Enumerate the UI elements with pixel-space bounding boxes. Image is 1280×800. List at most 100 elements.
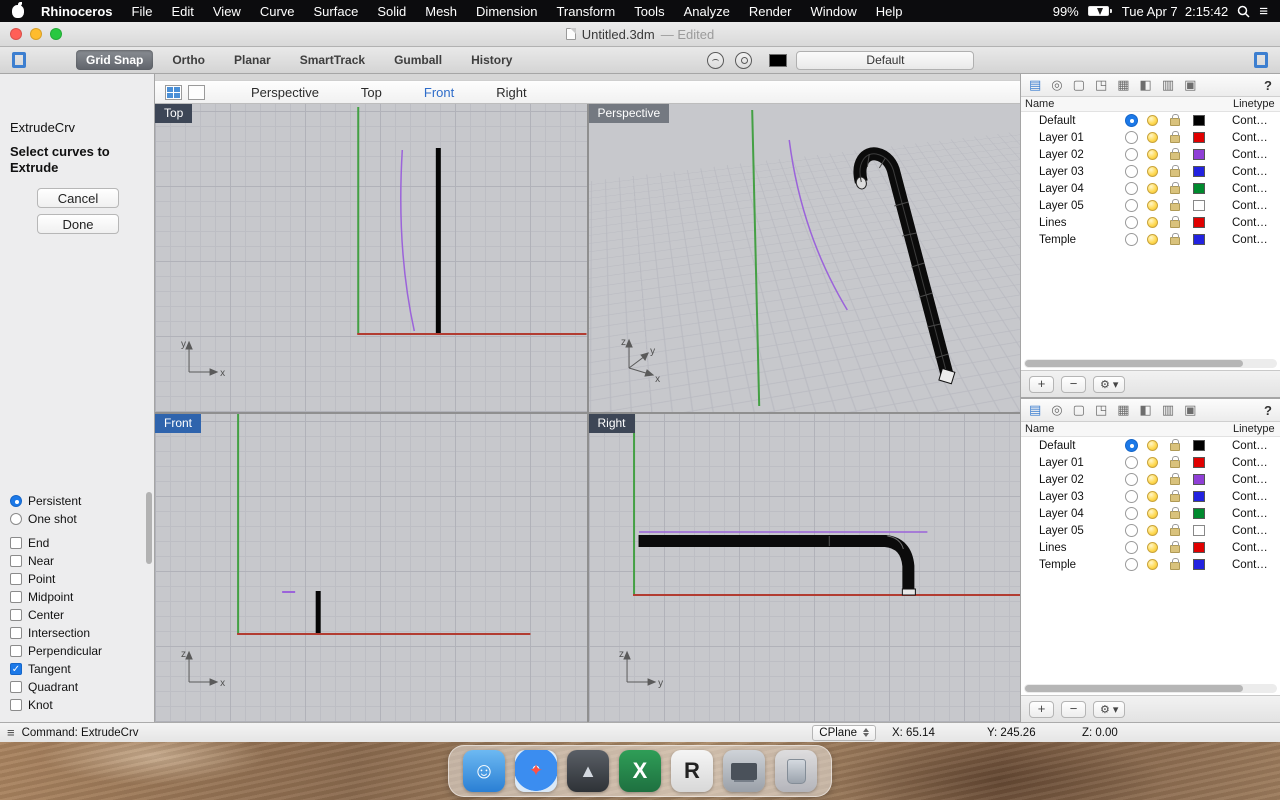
- toolbar-button-grid-snap[interactable]: Grid Snap: [76, 50, 153, 70]
- layer-row-layer-03[interactable]: Layer 03Cont…: [1021, 488, 1280, 505]
- purple-curve[interactable]: [401, 150, 415, 331]
- layer-lock-icon[interactable]: [1170, 562, 1180, 570]
- layer-lock-icon[interactable]: [1170, 494, 1180, 502]
- toolbar-button-gumball[interactable]: Gumball: [384, 50, 452, 70]
- menu-surface[interactable]: Surface: [314, 4, 359, 19]
- linetype-column-header[interactable]: Linetype: [1233, 423, 1280, 435]
- counterclockwise-arrow-icon[interactable]: [707, 52, 724, 69]
- tab-top[interactable]: Top: [361, 85, 382, 100]
- layer-visibility-bulb-icon[interactable]: [1147, 183, 1158, 194]
- layer-color-swatch[interactable]: [1193, 474, 1205, 485]
- current-layer-radio[interactable]: [1125, 507, 1138, 520]
- layer-color-swatch[interactable]: [1193, 234, 1205, 245]
- layer-row-default[interactable]: DefaultCont…: [1021, 112, 1280, 129]
- horizontal-scrollbar[interactable]: [1024, 684, 1277, 693]
- menu-solid[interactable]: Solid: [377, 4, 406, 19]
- top-viewport-canvas[interactable]: y x: [155, 104, 587, 412]
- materials-icon[interactable]: ◧: [1140, 77, 1152, 93]
- current-layer-radio[interactable]: [1125, 439, 1138, 452]
- minimize-window-button[interactable]: [30, 28, 42, 40]
- viewport-label-front[interactable]: Front: [155, 414, 201, 433]
- layer-row-layer-02[interactable]: Layer 02Cont…: [1021, 146, 1280, 163]
- right-viewport-canvas[interactable]: z y: [589, 414, 1021, 722]
- help-icon[interactable]: ?: [1264, 403, 1272, 418]
- notification-center-icon[interactable]: ≡: [1259, 4, 1268, 19]
- tab-perspective[interactable]: Perspective: [251, 85, 319, 100]
- menu-dimension[interactable]: Dimension: [476, 4, 537, 19]
- scrollbar-thumb[interactable]: [1025, 685, 1243, 692]
- safari-dock-icon[interactable]: ✦: [515, 750, 557, 792]
- layer-visibility-bulb-icon[interactable]: [1147, 132, 1158, 143]
- launchpad-dock-icon[interactable]: ▲: [567, 750, 609, 792]
- spotlight-search-icon[interactable]: [1237, 5, 1250, 18]
- monitor-icon[interactable]: ▣: [1184, 402, 1196, 418]
- layer-lock-icon[interactable]: [1170, 169, 1180, 177]
- layer-color-swatch[interactable]: [1193, 115, 1205, 126]
- layer-row-layer-02[interactable]: Layer 02Cont…: [1021, 471, 1280, 488]
- layer-visibility-bulb-icon[interactable]: [1147, 115, 1158, 126]
- layer-visibility-bulb-icon[interactable]: [1147, 474, 1158, 485]
- current-layer-radio[interactable]: [1125, 233, 1138, 246]
- layer-color-swatch[interactable]: [1193, 559, 1205, 570]
- layer-row-temple[interactable]: TempleCont…: [1021, 231, 1280, 248]
- viewport-label-top[interactable]: Top: [155, 104, 192, 123]
- zoom-window-button[interactable]: [50, 28, 62, 40]
- scrollbar-thumb[interactable]: [1025, 360, 1243, 367]
- close-window-button[interactable]: [10, 28, 22, 40]
- layer-options-menu[interactable]: ⚙ ▾: [1093, 376, 1125, 393]
- layer-color-swatch[interactable]: [1193, 542, 1205, 553]
- delete-layer-button[interactable]: −: [1061, 376, 1086, 393]
- layer-linetype[interactable]: Cont…: [1232, 474, 1268, 486]
- layer-row-lines[interactable]: LinesCont…: [1021, 539, 1280, 556]
- layer-visibility-bulb-icon[interactable]: [1147, 491, 1158, 502]
- app-menu[interactable]: Rhinoceros: [41, 4, 113, 19]
- current-layer-radio[interactable]: [1125, 490, 1138, 503]
- layer-linetype[interactable]: Cont…: [1232, 440, 1268, 452]
- layer-lock-icon[interactable]: [1170, 528, 1180, 536]
- layer-row-layer-05[interactable]: Layer 05Cont…: [1021, 197, 1280, 214]
- viewport-label-perspective[interactable]: Perspective: [589, 104, 670, 123]
- purple-curve[interactable]: [789, 140, 847, 310]
- tab-front[interactable]: Front: [424, 85, 454, 100]
- display-properties-icon[interactable]: ◎: [1051, 77, 1062, 93]
- layer-lock-icon[interactable]: [1170, 460, 1180, 468]
- blocks-icon[interactable]: ◳: [1095, 77, 1107, 93]
- menu-transform[interactable]: Transform: [556, 4, 615, 19]
- menu-curve[interactable]: Curve: [260, 4, 295, 19]
- layer-color-swatch[interactable]: [1193, 132, 1205, 143]
- layer-linetype[interactable]: Cont…: [1232, 132, 1268, 144]
- cancel-button[interactable]: Cancel: [37, 188, 119, 208]
- layer-color-swatch[interactable]: [1193, 457, 1205, 468]
- name-column-header[interactable]: Name: [1025, 98, 1054, 110]
- layer-linetype[interactable]: Cont…: [1232, 234, 1268, 246]
- layer-row-layer-01[interactable]: Layer 01Cont…: [1021, 129, 1280, 146]
- layer-lock-icon[interactable]: [1170, 118, 1180, 126]
- layer-linetype[interactable]: Cont…: [1232, 115, 1268, 127]
- layer-lock-icon[interactable]: [1170, 477, 1180, 485]
- osnap-end[interactable]: End: [10, 534, 138, 552]
- viewport-top[interactable]: y x Top: [155, 104, 587, 412]
- current-layer-radio[interactable]: [1125, 114, 1138, 127]
- layer-color-swatch[interactable]: [1193, 525, 1205, 536]
- layer-visibility-bulb-icon[interactable]: [1147, 200, 1158, 211]
- layer-visibility-bulb-icon[interactable]: [1147, 166, 1158, 177]
- layer-color-swatch[interactable]: [1193, 166, 1205, 177]
- target-circle-icon[interactable]: [735, 52, 752, 69]
- name-column-header[interactable]: Name: [1025, 423, 1054, 435]
- notes-icon[interactable]: ▢: [1073, 402, 1085, 418]
- layer-dropdown[interactable]: Default: [796, 51, 974, 70]
- layer-row-temple[interactable]: TempleCont…: [1021, 556, 1280, 573]
- layer-linetype[interactable]: Cont…: [1232, 508, 1268, 520]
- display-properties-icon[interactable]: ◎: [1051, 402, 1062, 418]
- active-color-swatch[interactable]: [769, 54, 787, 67]
- layer-lock-icon[interactable]: [1170, 237, 1180, 245]
- layer-color-swatch[interactable]: [1193, 491, 1205, 502]
- viewport-right[interactable]: z y Right: [589, 414, 1021, 722]
- layer-visibility-bulb-icon[interactable]: [1147, 440, 1158, 451]
- apple-menu-icon[interactable]: [12, 5, 24, 18]
- current-layer-radio[interactable]: [1125, 473, 1138, 486]
- osnap-midpoint[interactable]: Midpoint: [10, 588, 138, 606]
- menu-window[interactable]: Window: [810, 4, 856, 19]
- menu-view[interactable]: View: [213, 4, 241, 19]
- add-layer-button[interactable]: +: [1029, 376, 1054, 393]
